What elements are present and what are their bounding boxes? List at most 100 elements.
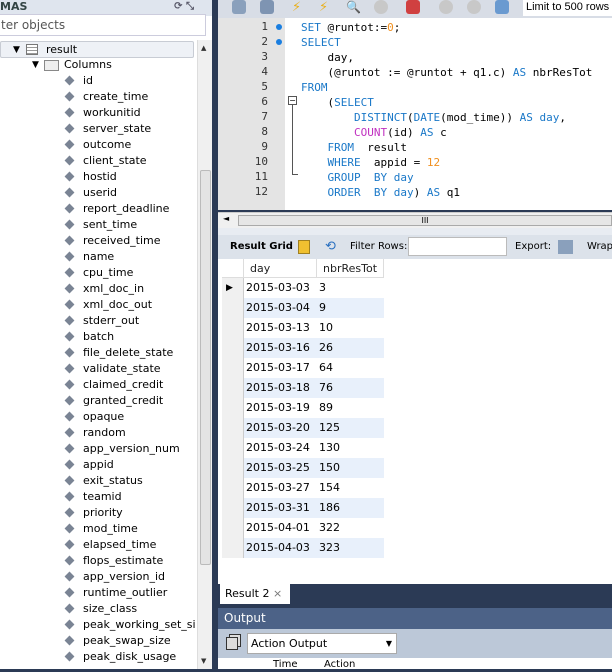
row-selector[interactable] [222, 538, 244, 558]
editor-horizontal-scrollbar[interactable]: ◄ III [218, 212, 612, 228]
tree-item-column[interactable]: report_deadline [0, 201, 196, 217]
column-header-day[interactable]: day [244, 259, 317, 278]
table-row[interactable]: 2015-04-03 323 [222, 538, 384, 558]
save-icon[interactable] [260, 0, 274, 14]
tree-item-column[interactable]: file_delete_state [0, 345, 196, 361]
table-row[interactable]: 2015-03-20 125 [222, 418, 384, 438]
execute-current-icon[interactable]: ⚡ [319, 0, 333, 15]
cell-day[interactable]: 2015-03-16 [244, 338, 317, 358]
cell-nbrrestot[interactable]: 9 [317, 298, 384, 318]
table-row[interactable]: 2015-03-13 10 [222, 318, 384, 338]
tree-item-column[interactable]: appid [0, 457, 196, 473]
tree-item-column[interactable]: runtime_outlier [0, 585, 196, 601]
tree-item-column[interactable]: workunitid [0, 105, 196, 121]
commit-icon[interactable] [439, 0, 453, 14]
tree-item-column[interactable]: peak_swap_size [0, 633, 196, 649]
row-selector[interactable] [222, 458, 244, 478]
cell-nbrrestot[interactable]: 10 [317, 318, 384, 338]
open-file-icon[interactable] [232, 0, 246, 14]
row-selector[interactable] [222, 498, 244, 518]
cell-day[interactable]: 2015-04-01 [244, 518, 317, 538]
splitter[interactable] [212, 0, 218, 669]
table-row[interactable]: 2015-03-17 64 [222, 358, 384, 378]
tree-item-column[interactable]: batch [0, 329, 196, 345]
result-grid-button[interactable]: Result Grid [230, 235, 293, 259]
tree-item-column[interactable]: exit_status [0, 473, 196, 489]
tree-item-column[interactable]: claimed_credit [0, 377, 196, 393]
navigator-scrollbar[interactable]: ▲ ▼ [197, 40, 212, 669]
cell-day[interactable]: 2015-03-24 [244, 438, 317, 458]
cell-nbrrestot[interactable]: 323 [317, 538, 384, 558]
table-row[interactable]: 2015-03-04 9 [222, 298, 384, 318]
tree-item-column[interactable]: server_state [0, 121, 196, 137]
tree-item-column[interactable]: mod_time [0, 521, 196, 537]
tree-item-column[interactable]: name [0, 249, 196, 265]
tree-item-column[interactable]: xml_doc_out [0, 297, 196, 313]
tab-result-2[interactable]: Result 2 × [220, 584, 290, 604]
filter-objects-input[interactable]: ter objects [0, 14, 206, 36]
tree-item-column[interactable]: xml_doc_in [0, 281, 196, 297]
tree-item-column[interactable]: teamid [0, 489, 196, 505]
tree-item-column[interactable]: app_version_num [0, 441, 196, 457]
output-type-select[interactable]: Action Output ▼ [247, 633, 397, 654]
tree-item-column[interactable]: peak_working_set_size [0, 617, 196, 633]
tree-item-column[interactable]: userid [0, 185, 196, 201]
tree-item-column[interactable]: stderr_out [0, 313, 196, 329]
cell-day[interactable]: 2015-03-31 [244, 498, 317, 518]
rollback-icon[interactable] [467, 0, 481, 14]
cell-day[interactable]: 2015-03-13 [244, 318, 317, 338]
cell-nbrrestot[interactable]: 3 [317, 278, 384, 298]
column-header-action[interactable]: Action [324, 658, 355, 672]
tree-item-column[interactable]: elapsed_time [0, 537, 196, 553]
row-selector[interactable]: ▶ [222, 278, 244, 298]
tree-item-column[interactable]: granted_credit [0, 393, 196, 409]
tree-item-column[interactable]: outcome [0, 137, 196, 153]
cell-day[interactable]: 2015-03-03 [244, 278, 317, 298]
cell-day[interactable]: 2015-03-17 [244, 358, 317, 378]
tree-item-column[interactable]: flops_estimate [0, 553, 196, 569]
tree-item-column[interactable]: client_state [0, 153, 196, 169]
tree-item-column[interactable]: peak_disk_usage [0, 649, 196, 665]
cell-day[interactable]: 2015-03-25 [244, 458, 317, 478]
cell-nbrrestot[interactable]: 150 [317, 458, 384, 478]
limit-rows-select[interactable]: Limit to 500 rows [523, 0, 612, 16]
wrap-label[interactable]: Wrap [587, 235, 612, 259]
tree-item-column[interactable]: app_version_id [0, 569, 196, 585]
tree-item-column[interactable]: sent_time [0, 217, 196, 233]
cell-nbrrestot[interactable]: 64 [317, 358, 384, 378]
row-selector[interactable] [222, 378, 244, 398]
tree-item-column[interactable]: cpu_time [0, 265, 196, 281]
close-icon[interactable]: × [273, 587, 282, 600]
row-selector[interactable] [222, 398, 244, 418]
autocommit-icon[interactable] [495, 0, 509, 14]
tree-item-column[interactable]: hostid [0, 169, 196, 185]
cell-day[interactable]: 2015-03-20 [244, 418, 317, 438]
cell-nbrrestot[interactable]: 125 [317, 418, 384, 438]
table-row[interactable]: 2015-03-31 186 [222, 498, 384, 518]
column-header-time[interactable]: Time [273, 658, 297, 672]
sql-code[interactable]: SET @runtot:=0; SELECT day, (@runtot := … [301, 20, 592, 200]
copy-icon[interactable] [226, 637, 238, 650]
tree-item-column[interactable]: size_class [0, 601, 196, 617]
row-selector[interactable] [222, 318, 244, 338]
cell-nbrrestot[interactable]: 130 [317, 438, 384, 458]
cell-day[interactable]: 2015-03-04 [244, 298, 317, 318]
table-row[interactable]: 2015-03-16 26 [222, 338, 384, 358]
tree-item-column[interactable]: random [0, 425, 196, 441]
table-row[interactable]: 2015-04-01 322 [222, 518, 384, 538]
refresh-icon[interactable]: ⟲ [325, 235, 336, 259]
table-row[interactable]: 2015-03-25 150 [222, 458, 384, 478]
cell-day[interactable]: 2015-03-18 [244, 378, 317, 398]
row-selector[interactable] [222, 478, 244, 498]
form-view-icon[interactable] [298, 240, 310, 254]
row-selector[interactable] [222, 438, 244, 458]
tree-item-column[interactable]: opaque [0, 409, 196, 425]
sql-editor[interactable]: 1 2 3 4 5 6 7 8 9 10 11 12 − SET @runtot:=0; SELECT… [218, 18, 612, 210]
row-selector[interactable] [222, 358, 244, 378]
expand-arrow-icon[interactable]: ▼ [32, 57, 39, 73]
tree-item-column[interactable]: received_time [0, 233, 196, 249]
cell-day[interactable]: 2015-04-03 [244, 538, 317, 558]
cell-nbrrestot[interactable]: 154 [317, 478, 384, 498]
tree-item-column[interactable]: id [0, 73, 196, 89]
table-row[interactable]: 2015-03-27 154 [222, 478, 384, 498]
